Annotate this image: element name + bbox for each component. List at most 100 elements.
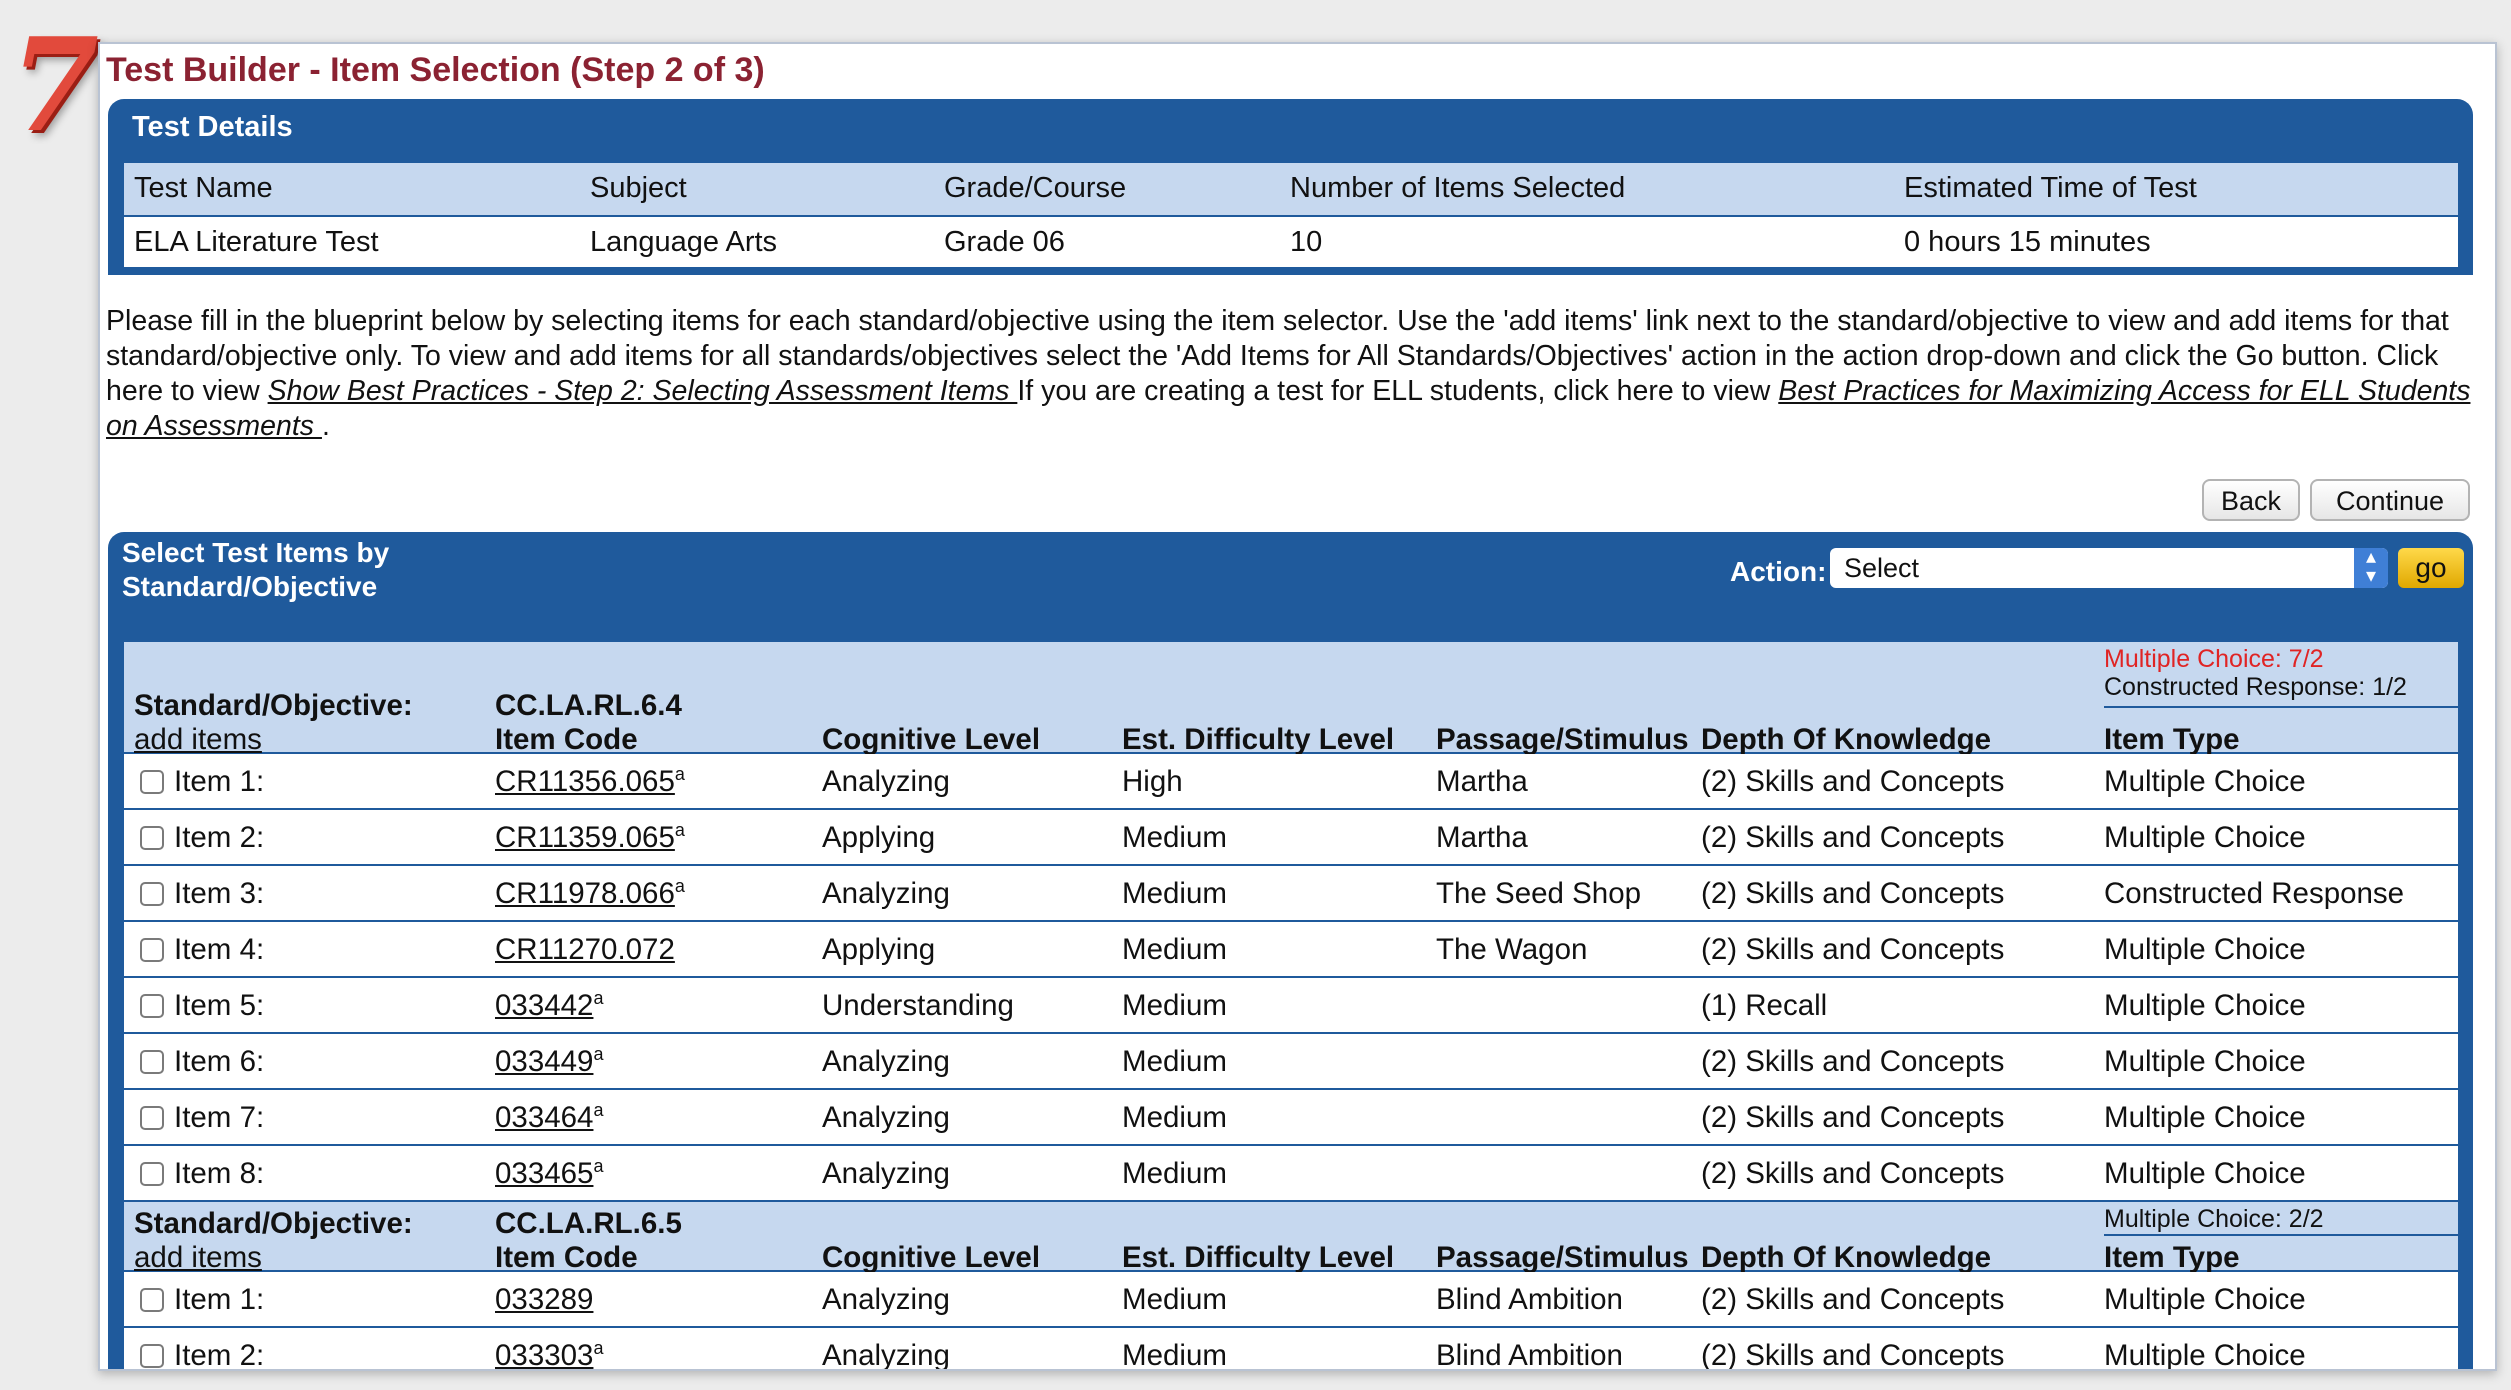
test-details-header: Test Details — [132, 111, 293, 143]
item-label: Item 5: — [174, 989, 265, 1022]
item-code-superscript: a — [674, 764, 685, 785]
passage-value: Martha — [1436, 821, 1528, 854]
item-code-text[interactable]: 033303 — [495, 1339, 593, 1369]
item-code-link[interactable]: 033449a — [495, 1044, 603, 1080]
item-checkbox[interactable] — [140, 994, 164, 1018]
standard-header-row: Standard/Objective: add items CC.LA.RL.6.4… — [124, 642, 2458, 756]
go-button[interactable]: go — [2398, 548, 2464, 588]
item-code-link[interactable]: 033289 — [495, 1282, 593, 1318]
item-type-value: Multiple Choice — [2104, 1339, 2306, 1369]
item-code-link[interactable]: 033465a — [495, 1156, 603, 1192]
table-row: Item 2: 033303a Analyzing Medium Blind Ambit… — [124, 1328, 2458, 1369]
item-code-text[interactable]: 033449 — [495, 1045, 593, 1078]
item-type-value: Multiple Choice — [2104, 1045, 2306, 1078]
dok-value: (2) Skills and Concepts — [1701, 1339, 2005, 1369]
item-label: Item 1: — [174, 1283, 265, 1316]
col-item-code: Item Code — [495, 1241, 638, 1274]
item-checkbox[interactable] — [140, 826, 164, 850]
item-code-text[interactable]: 033442 — [495, 989, 593, 1022]
table-row: Item 3: CR11978.066a Analyzing Medium The Se… — [124, 866, 2458, 922]
item-checkbox[interactable] — [140, 1288, 164, 1312]
item-code-link[interactable]: CR11359.065a — [495, 820, 685, 856]
continue-button[interactable]: Continue — [2310, 479, 2470, 521]
cognitive-level-value: Analyzing — [822, 877, 950, 910]
item-type-value: Multiple Choice — [2104, 1157, 2306, 1190]
col-subject: Subject — [590, 172, 687, 204]
standard-label: Standard/Objective: — [134, 689, 413, 722]
item-code-text[interactable]: CR11356.065 — [495, 765, 675, 798]
item-code-text[interactable]: CR11270.072 — [495, 933, 675, 966]
item-label: Item 8: — [174, 1157, 265, 1190]
passage-value: The Seed Shop — [1436, 877, 1642, 910]
cognitive-level-value: Analyzing — [822, 1339, 950, 1369]
dok-value: (1) Recall — [1701, 989, 1828, 1022]
standard-code: CC.LA.RL.6.4 — [495, 689, 682, 722]
item-code-link[interactable]: 033442a — [495, 988, 603, 1024]
item-code-superscript: a — [674, 820, 685, 841]
item-code-text[interactable]: CR11978.066 — [495, 877, 675, 910]
difficulty-value: Medium — [1122, 877, 1227, 910]
col-grade-course: Grade/Course — [944, 172, 1127, 204]
item-label: Item 4: — [174, 933, 265, 966]
col-passage-stimulus: Passage/Stimulus — [1436, 1241, 1689, 1274]
count-multiple-choice: Multiple Choice: 2/2 — [2104, 1205, 2324, 1233]
difficulty-value: Medium — [1122, 1283, 1227, 1316]
item-code-link[interactable]: CR11978.066a — [495, 876, 685, 912]
difficulty-value: Medium — [1122, 1339, 1227, 1369]
dok-value: (2) Skills and Concepts — [1701, 933, 2005, 966]
item-type-value: Multiple Choice — [2104, 1283, 2306, 1316]
cognitive-level-value: Analyzing — [822, 765, 950, 798]
item-code-link[interactable]: CR11356.065a — [495, 764, 685, 800]
col-depth-of-knowledge: Depth Of Knowledge — [1701, 1241, 1992, 1274]
test-details-value-row: ELA Literature Test Language Arts Grade … — [124, 217, 2458, 267]
item-checkbox[interactable] — [140, 1162, 164, 1186]
item-checkbox[interactable] — [140, 938, 164, 962]
item-code-superscript: a — [593, 1338, 604, 1359]
item-type-value: Multiple Choice — [2104, 821, 2306, 854]
item-code-text[interactable]: 033465 — [495, 1157, 593, 1190]
item-code-text[interactable]: 033464 — [495, 1101, 593, 1134]
instructions-part-3: . — [321, 410, 330, 442]
best-practices-step2-link[interactable]: Show Best Practices - Step 2: Selecting … — [268, 375, 1018, 407]
item-checkbox[interactable] — [140, 1050, 164, 1074]
item-code-superscript: a — [593, 1044, 604, 1065]
difficulty-value: Medium — [1122, 1045, 1227, 1078]
count-constructed-response: Constructed Response: 1/2 — [2104, 673, 2407, 701]
add-items-link[interactable]: add items — [134, 1240, 262, 1276]
items-panel-header: Select Test Items by Standard/Objective — [122, 537, 390, 602]
item-code-link[interactable]: 033303a — [495, 1338, 603, 1369]
item-label: Item 7: — [174, 1101, 265, 1134]
table-row: Item 6: 033449a Analyzing Medium (2) Skills … — [124, 1034, 2458, 1090]
item-code-text[interactable]: CR11359.065 — [495, 821, 675, 854]
passage-value: The Wagon — [1436, 933, 1588, 966]
count-divider — [2104, 706, 2458, 708]
item-checkbox[interactable] — [140, 1106, 164, 1130]
item-checkbox[interactable] — [140, 1344, 164, 1368]
item-code-link[interactable]: CR11270.072 — [495, 932, 675, 968]
action-select[interactable]: Select ▴ ▾ — [1830, 547, 2388, 588]
instructions-text: Please fill in the blueprint below by se… — [106, 304, 2481, 444]
item-type-value: Multiple Choice — [2104, 1101, 2306, 1134]
dok-value: (2) Skills and Concepts — [1701, 877, 2005, 910]
cognitive-level-value: Applying — [822, 933, 936, 966]
item-label: Item 3: — [174, 877, 265, 910]
item-label: Item 1: — [174, 765, 265, 798]
item-type-value: Multiple Choice — [2104, 765, 2306, 798]
item-code-text[interactable]: 033289 — [495, 1283, 593, 1316]
back-button[interactable]: Back — [2202, 479, 2300, 521]
page-title: Test Builder - Item Selection (Step 2 of… — [106, 51, 765, 89]
add-items-link[interactable]: add items — [134, 722, 262, 758]
col-cognitive-level: Cognitive Level — [822, 723, 1041, 756]
difficulty-value: Medium — [1122, 1101, 1227, 1134]
grade-course-value: Grade 06 — [944, 226, 1065, 258]
col-difficulty-level: Est. Difficulty Level — [1122, 723, 1395, 756]
standard-label: Standard/Objective: — [134, 1207, 413, 1240]
item-code-link[interactable]: 033464a — [495, 1100, 603, 1136]
passage-value: Blind Ambition — [1436, 1283, 1623, 1316]
estimated-time-value: 0 hours 15 minutes — [1904, 226, 2151, 258]
item-checkbox[interactable] — [140, 770, 164, 794]
col-test-name: Test Name — [134, 172, 273, 204]
col-cognitive-level: Cognitive Level — [822, 1241, 1041, 1274]
difficulty-value: Medium — [1122, 933, 1227, 966]
item-checkbox[interactable] — [140, 882, 164, 906]
